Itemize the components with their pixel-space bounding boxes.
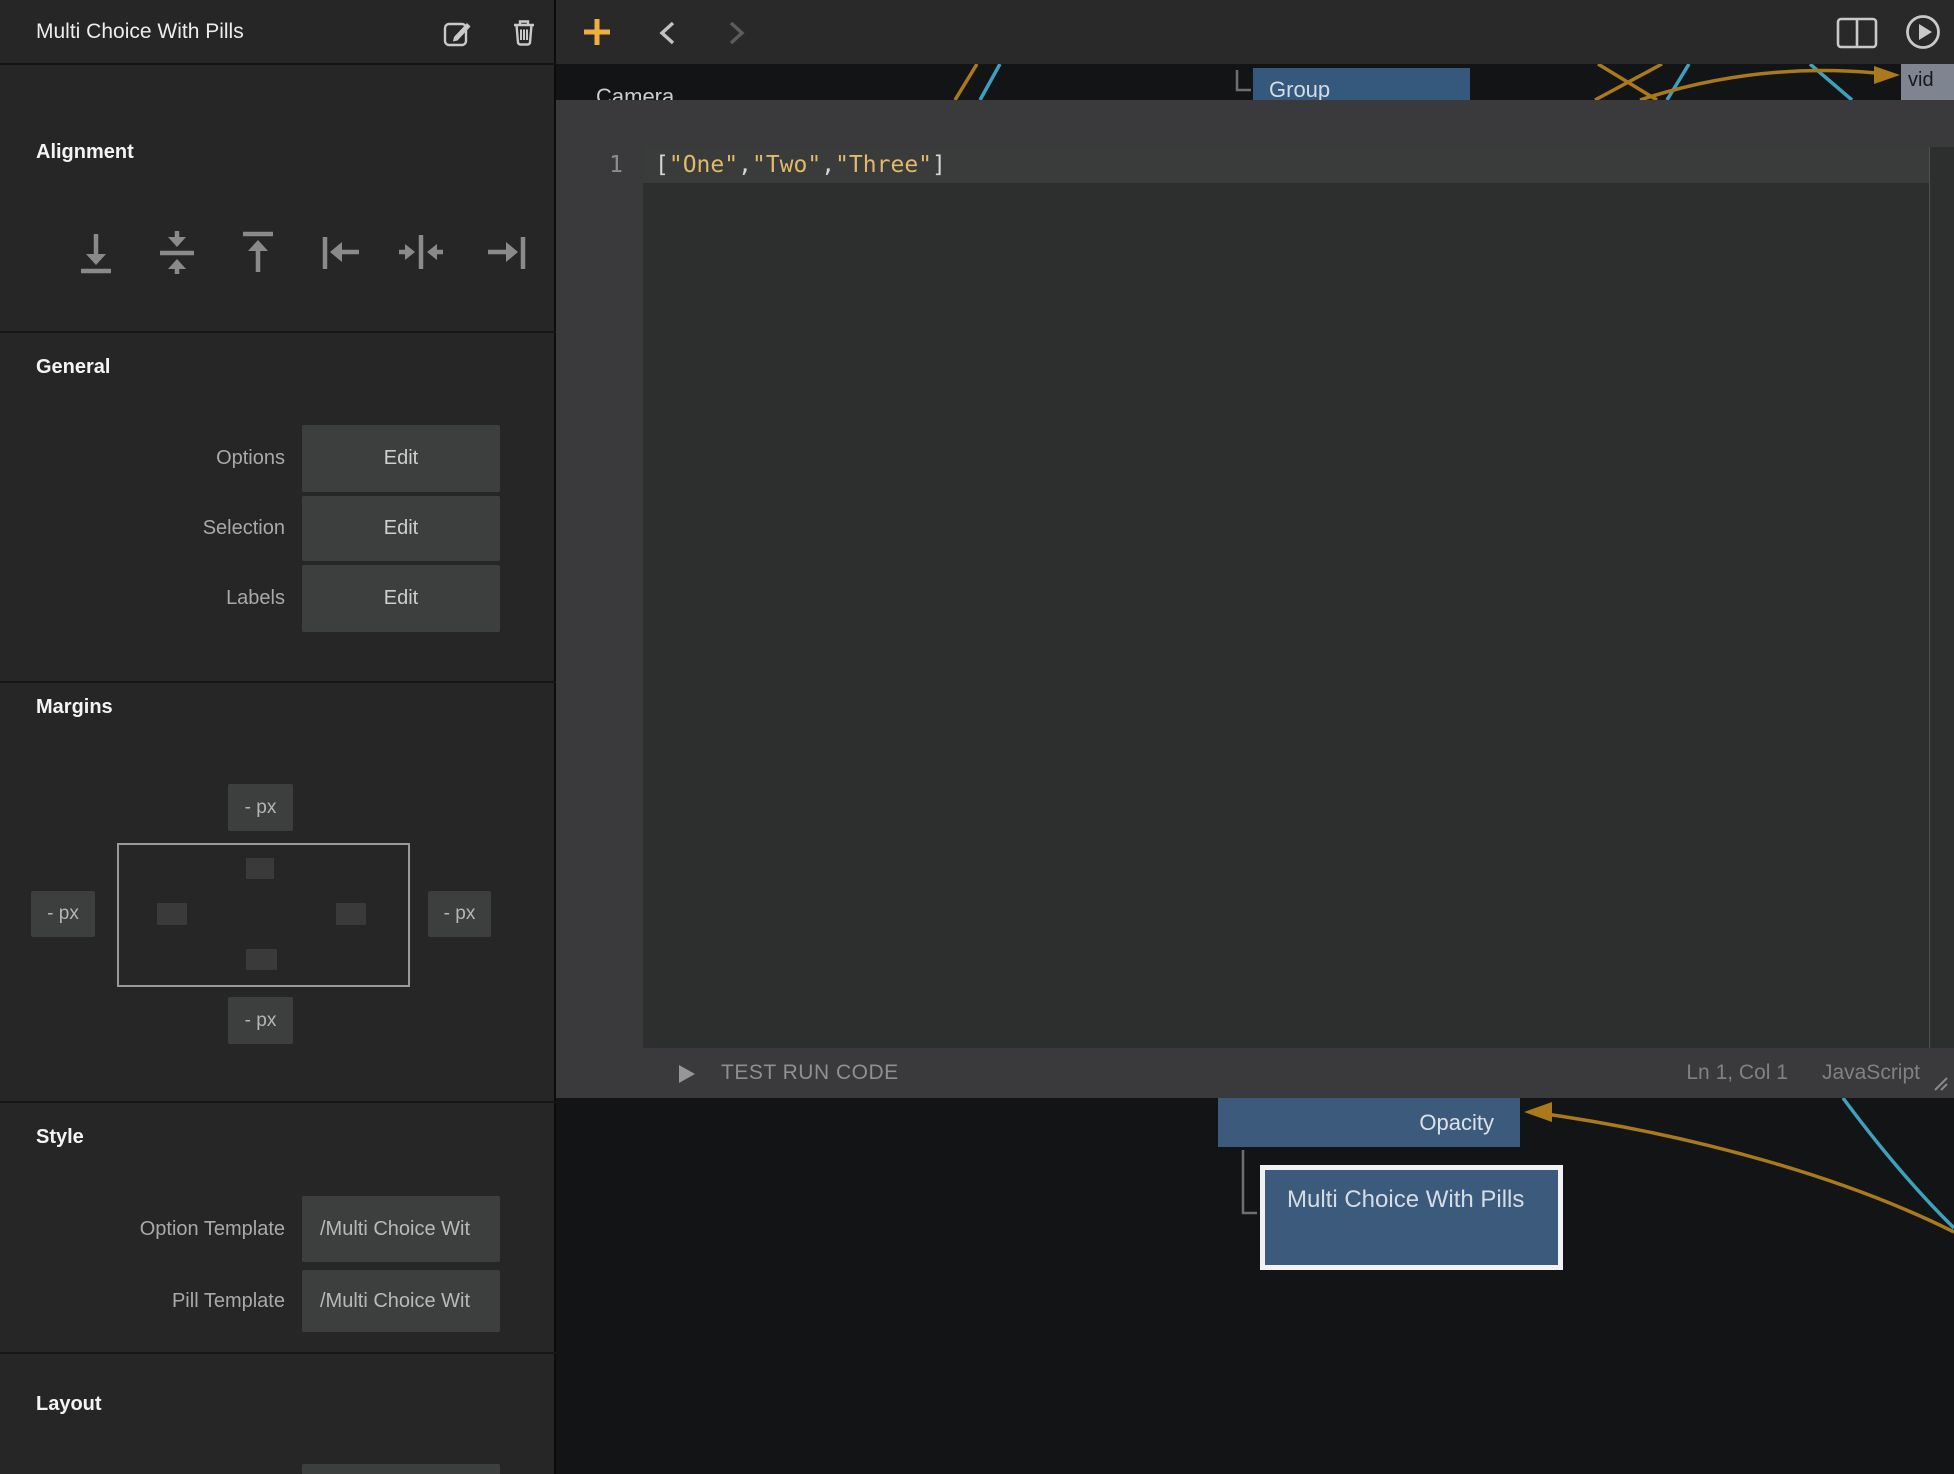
delete-icon[interactable]	[508, 16, 540, 48]
code-string: "Three"	[835, 152, 932, 178]
vid-node[interactable]: vid	[1901, 64, 1954, 102]
wire-teal[interactable]	[980, 64, 1000, 100]
margin-right-handle[interactable]	[336, 903, 366, 925]
align-right-icon[interactable]	[481, 228, 529, 276]
patch-toolbar	[556, 0, 1954, 64]
multi-choice-elbow-connector	[1243, 1150, 1257, 1213]
cursor-position: Ln 1, Col 1	[1686, 1061, 1788, 1084]
margin-top-handle[interactable]	[246, 858, 274, 879]
code-line[interactable]: ["One","Two","Three"]	[655, 147, 946, 183]
code-string: "Two"	[752, 152, 821, 178]
option-template-label: Option Template	[0, 1196, 285, 1262]
language-selector[interactable]: JavaScript	[1822, 1061, 1920, 1084]
opacity-node[interactable]: Opacity	[1218, 1098, 1520, 1147]
section-divider	[0, 681, 556, 683]
margin-bottom-field[interactable]: - px	[228, 997, 293, 1044]
wire-arrowhead	[1524, 1102, 1552, 1122]
pill-template-value[interactable]: /Multi Choice Wit	[302, 1270, 500, 1332]
wire-orange[interactable]	[955, 64, 977, 100]
patch-title: Multi Choice With Pills	[36, 0, 244, 63]
section-divider	[0, 331, 556, 333]
options-edit-button[interactable]: Edit	[302, 425, 500, 492]
multi-choice-with-pills-node[interactable]: Multi Choice With Pills	[1260, 1165, 1563, 1270]
align-vertical-center-icon[interactable]	[153, 228, 201, 276]
section-divider	[0, 1101, 556, 1103]
scrollbar-track[interactable]	[1929, 147, 1930, 1048]
play-icon[interactable]	[1905, 14, 1941, 50]
alignment-heading: Alignment	[36, 141, 134, 164]
margin-bottom-handle[interactable]	[246, 949, 277, 970]
align-top-icon[interactable]	[234, 228, 282, 276]
align-bottom-icon[interactable]	[72, 228, 120, 276]
forward-icon[interactable]	[728, 20, 746, 46]
code-punct: ,	[738, 152, 752, 178]
options-label: Options	[0, 425, 285, 492]
wire-arrowhead	[1874, 66, 1900, 84]
style-heading: Style	[36, 1126, 84, 1149]
align-horizontal-center-icon[interactable]	[397, 228, 445, 276]
margin-left-handle[interactable]	[157, 903, 187, 925]
run-icon[interactable]	[678, 1064, 696, 1084]
selection-label: Selection	[0, 496, 285, 561]
add-patch-icon[interactable]	[582, 17, 612, 47]
layout-partial-button[interactable]	[302, 1464, 500, 1474]
margin-left-field[interactable]: - px	[31, 891, 95, 937]
code-string: "One"	[669, 152, 738, 178]
resize-grip-icon[interactable]	[1927, 1074, 1949, 1092]
general-heading: General	[36, 356, 110, 379]
code-editor-popover: 1 ["One","Two","Three"] TEST RUN CODE Ln…	[556, 100, 1954, 1098]
wire-teal[interactable]	[1667, 64, 1689, 100]
labels-label: Labels	[0, 565, 285, 632]
margin-top-field[interactable]: - px	[228, 784, 293, 831]
margin-right-field[interactable]: - px	[428, 891, 491, 937]
test-run-code-button[interactable]: TEST RUN CODE	[721, 1048, 899, 1098]
rename-icon[interactable]	[441, 16, 473, 48]
code-area[interactable]: ["One","Two","Three"]	[643, 147, 1954, 1048]
group-elbow-connector	[1237, 70, 1251, 90]
selection-edit-button[interactable]: Edit	[302, 496, 500, 561]
layout-heading: Layout	[36, 1393, 102, 1416]
pill-template-label: Pill Template	[0, 1270, 285, 1332]
code-punct: ]	[932, 152, 946, 178]
wire-orange[interactable]	[1532, 1112, 1954, 1232]
option-template-value[interactable]: /Multi Choice Wit	[302, 1196, 500, 1262]
section-divider	[0, 1352, 556, 1354]
line-number: 1	[556, 147, 623, 183]
inspector-titlebar: Multi Choice With Pills	[0, 0, 556, 65]
margins-heading: Margins	[36, 696, 113, 719]
inspector-sidebar: Multi Choice With Pills Alignment	[0, 0, 556, 1474]
code-punct: ,	[821, 152, 835, 178]
code-punct: [	[655, 152, 669, 178]
editor-footer: TEST RUN CODE Ln 1, Col 1 JavaScript	[556, 1048, 1954, 1098]
split-view-icon[interactable]	[1836, 17, 1878, 49]
back-icon[interactable]	[658, 20, 676, 46]
labels-edit-button[interactable]: Edit	[302, 565, 500, 632]
align-left-icon[interactable]	[317, 228, 365, 276]
